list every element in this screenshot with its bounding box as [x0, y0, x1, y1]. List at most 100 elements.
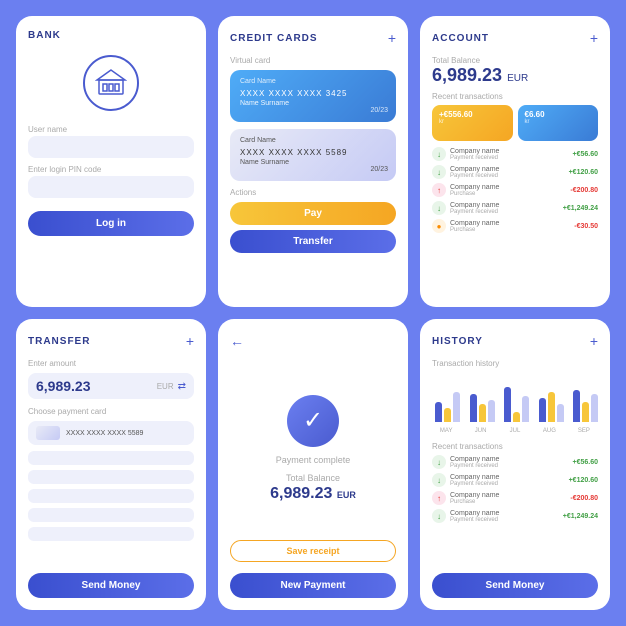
history-title: HISTORY: [432, 336, 483, 347]
transfer-title: TRANSFER: [28, 336, 90, 347]
lorem-1: [28, 451, 194, 465]
tx-name: Company name: [450, 148, 569, 155]
login-button[interactable]: Log in: [28, 211, 194, 236]
tx-amount: +€1,249.24: [563, 513, 598, 520]
history-tx-row: ↓ Company name Payment received +€1,249.…: [432, 509, 598, 523]
mini-card2-amount: €6.60: [525, 110, 592, 119]
bar-group: [466, 394, 494, 422]
bank-title: BANK: [28, 30, 61, 41]
pin-input[interactable]: [28, 176, 194, 198]
month-label: JUN: [466, 428, 494, 434]
add-credit-card-icon[interactable]: +: [388, 30, 396, 46]
month-label: MAY: [432, 428, 460, 434]
send-money-button[interactable]: Send Money: [28, 573, 194, 598]
balance-label: Total Balance: [286, 473, 340, 483]
check-circle-icon: ✓: [287, 395, 339, 447]
history-transactions: ↓ Company name Payment received +€56.60 …: [432, 455, 598, 527]
balance-amount: 6,989.23 EUR: [432, 65, 598, 86]
tx-amount: +€120.60: [569, 169, 598, 176]
pay-button[interactable]: Pay: [230, 202, 396, 225]
history-send-money-button[interactable]: Send Money: [432, 573, 598, 598]
card2-exp: 20/23: [370, 166, 388, 173]
bank-card: Card Name XXXX XXXX XXXX 5589 Name Surna…: [230, 129, 396, 181]
back-arrow-icon[interactable]: ←: [230, 333, 244, 349]
recent-label: Recent transactions: [432, 92, 598, 101]
tx-icon: ●: [432, 219, 446, 233]
tx-info: Company name Purchase: [450, 220, 570, 233]
month-label: SEP: [570, 428, 598, 434]
card1-holder: Name Surname: [240, 100, 386, 107]
tx-info: Company name Purchase: [450, 492, 566, 505]
account-tx-row: ↓ Company name Payment received +€56.60: [432, 147, 598, 161]
bar-blue: [470, 394, 477, 422]
card1-number: XXXX XXXX XXXX 3425: [240, 89, 386, 98]
lorem-2: [28, 470, 194, 484]
card2-number: XXXX XXXX XXXX 5589: [240, 148, 386, 157]
month-label: JUL: [501, 428, 529, 434]
add-account-icon[interactable]: +: [590, 30, 598, 46]
tx-icon: ↓: [432, 455, 446, 469]
tx-name: Company name: [450, 220, 570, 227]
bars-inner: [470, 394, 495, 422]
account-tx-row: ↑ Company name Purchase -€200.80: [432, 183, 598, 197]
total-balance-label: Total Balance: [432, 56, 598, 65]
tx-name: Company name: [450, 166, 565, 173]
mini-card1-amount: +€556.60: [439, 110, 506, 119]
bank-panel: BANK User name Enter login PIN code Log …: [16, 16, 206, 307]
bank-header: BANK: [28, 30, 194, 41]
account-tx-row: ● Company name Purchase -€30.50: [432, 219, 598, 233]
tx-amount: +€56.60: [573, 459, 599, 466]
bars-inner: [573, 390, 598, 422]
lorem-4: [28, 508, 194, 522]
add-transfer-icon[interactable]: +: [186, 333, 194, 349]
payment-complete-header: ←: [230, 333, 396, 349]
transfer-card-number: XXXX XXXX XXXX 5589: [66, 430, 143, 437]
virtual-card: Card Name XXXX XXXX XXXX 3425 Name Surna…: [230, 70, 396, 122]
bar-yellow: [582, 402, 589, 422]
mini-card-yellow: +€556.60 kr: [432, 105, 513, 141]
tx-name: Company name: [450, 510, 559, 517]
tx-sub: Payment received: [450, 155, 569, 161]
tx-name: Company name: [450, 492, 566, 499]
transfer-header: TRANSFER +: [28, 333, 194, 349]
transfer-button[interactable]: Transfer: [230, 230, 396, 253]
bank-logo: [83, 55, 139, 111]
credit-cards-header: CREDIT CARDS +: [230, 30, 396, 46]
transfer-amount: 6,989.23: [36, 378, 153, 394]
account-tx-row: ↓ Company name Payment received +€120.60: [432, 165, 598, 179]
bars-inner: [504, 387, 529, 422]
account-panel: ACCOUNT + Total Balance 6,989.23 EUR Rec…: [420, 16, 610, 307]
bar-light: [522, 396, 529, 422]
history-tx-row: ↓ Company name Payment received +€120.60: [432, 473, 598, 487]
tx-amount: -€200.80: [570, 187, 598, 194]
tx-info: Company name Payment received: [450, 510, 559, 523]
bar-light: [488, 400, 495, 422]
history-header: HISTORY +: [432, 333, 598, 349]
tx-icon: ↓: [432, 473, 446, 487]
bar-blue: [504, 387, 511, 422]
card2-holder: Name Surname: [240, 159, 386, 166]
add-history-icon[interactable]: +: [590, 333, 598, 349]
tx-sub: Payment received: [450, 463, 569, 469]
tx-sub: Payment received: [450, 481, 565, 487]
username-input[interactable]: [28, 136, 194, 158]
history-tx-row: ↓ Company name Payment received +€56.60: [432, 455, 598, 469]
tx-sub: Payment received: [450, 517, 559, 523]
tx-sub: Purchase: [450, 499, 566, 505]
tx-icon: ↑: [432, 183, 446, 197]
payment-card-row[interactable]: XXXX XXXX XXXX 5589: [28, 421, 194, 445]
tx-icon: ↑: [432, 491, 446, 505]
account-title: ACCOUNT: [432, 33, 489, 44]
tx-history-label: Transaction history: [432, 359, 598, 368]
account-tx-row: ↓ Company name Payment received +€1,249.…: [432, 201, 598, 215]
chart-area: [432, 372, 598, 422]
card1-name-label: Card Name: [240, 78, 386, 85]
mini-card-blue: €6.60 kr: [518, 105, 599, 141]
new-payment-button[interactable]: New Payment: [230, 573, 396, 598]
bar-group: [535, 392, 563, 422]
tx-amount: +€1,249.24: [563, 205, 598, 212]
tx-sub: Payment received: [450, 173, 565, 179]
bar-yellow: [513, 412, 520, 422]
save-receipt-button[interactable]: Save receipt: [230, 540, 396, 562]
tx-info: Company name Payment received: [450, 456, 569, 469]
